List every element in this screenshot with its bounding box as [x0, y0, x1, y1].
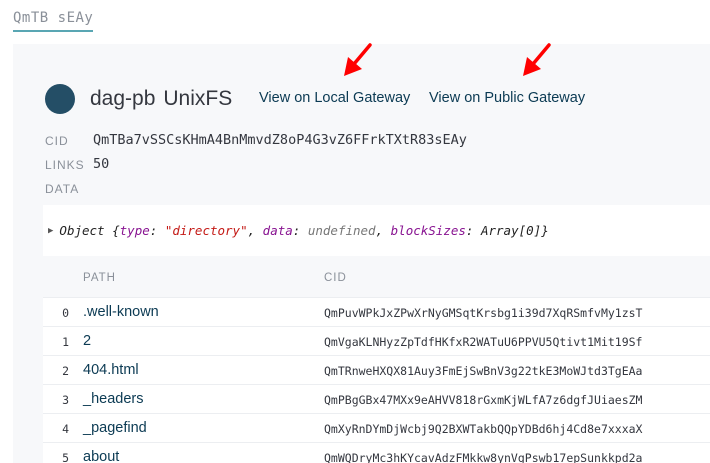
- colon: :: [292, 223, 301, 238]
- type-key: type: [119, 223, 150, 238]
- table-row[interactable]: 3 _headers QmPBgGBx47MXx9eAHVV818rGxmKjW…: [43, 384, 710, 413]
- close-brace: }: [541, 223, 549, 238]
- data-key: data: [262, 223, 293, 238]
- annotation-arrow-local: [344, 43, 372, 76]
- cid-value: QmTBa7vSSCsKHmA4BnMmvdZ8oP4G3vZ6FFrkTXtR…: [93, 132, 467, 148]
- comma: ,: [247, 223, 256, 238]
- row-path-link[interactable]: about: [83, 449, 119, 463]
- format-label: UnixFS: [163, 87, 233, 110]
- row-cid: QmTRnweHXQX81Auy3FmEjSwBnV3g22tkE3MoWJtd…: [324, 364, 643, 378]
- row-index: 2: [62, 364, 69, 378]
- table-header: PATH CID: [43, 256, 710, 297]
- blocksizes-value: Array[0]: [480, 223, 542, 238]
- table-row[interactable]: 1 2 QmVgaKLNHyzZpTdfHKfxR2WATuU6PPVU5Qti…: [43, 326, 710, 355]
- node-type-dot: [45, 84, 75, 114]
- comma: ,: [375, 223, 384, 238]
- data-value: undefined: [307, 223, 376, 238]
- annotation-arrow-public: [523, 43, 551, 76]
- path-column-header: PATH: [83, 272, 116, 284]
- row-path-link[interactable]: 2: [83, 333, 91, 349]
- expand-triangle-icon[interactable]: ▶: [48, 226, 53, 236]
- table-row[interactable]: 2 404.html QmTRnweHXQX81Auy3FmEjSwBnV3g2…: [43, 355, 710, 384]
- row-cid: QmPuvWPkJxZPwXrNyGMSqtKrsbg1i39d7XqRSmfv…: [324, 306, 643, 320]
- row-cid: QmVgaKLNHyzZpTdfHKfxR2WATuU6PPVU5Qtivt1M…: [324, 335, 643, 349]
- row-path-link[interactable]: _headers: [83, 391, 143, 407]
- data-label: DATA: [45, 182, 80, 196]
- colon: :: [149, 223, 158, 238]
- row-path-link[interactable]: _pagefind: [83, 420, 147, 436]
- object-inspector[interactable]: ▶ Object {type: "directory", data: undef…: [43, 205, 710, 256]
- table-row[interactable]: 4 _pagefind QmXyRnDYmDjWcbj9Q2BXWTakbQQp…: [43, 413, 710, 442]
- links-value: 50: [93, 156, 110, 172]
- open-brace: {: [112, 223, 120, 238]
- row-cid: QmWQDryMc3hKYcavAdzFMkkw8ynVgPswb17epSun…: [324, 451, 643, 463]
- row-path-link[interactable]: .well-known: [83, 304, 159, 320]
- node-header: dag-pb UnixFS: [45, 84, 232, 114]
- row-index: 1: [62, 335, 69, 349]
- row-index: 4: [62, 422, 69, 436]
- row-cid: QmXyRnDYmDjWcbj9Q2BXWTakbQQpYDBd6hj4Cd8e…: [324, 422, 643, 436]
- codec-label: dag-pb: [90, 87, 156, 110]
- table-row[interactable]: 5 about QmWQDryMc3hKYcavAdzFMkkw8ynVgPsw…: [43, 442, 710, 463]
- view-public-gateway-link[interactable]: View on Public Gateway: [429, 90, 585, 106]
- links-table: PATH CID 0 .well-known QmPuvWPkJxZPwXrNy…: [43, 256, 710, 463]
- row-index: 3: [62, 393, 69, 407]
- breadcrumb[interactable]: QmTB sEAy: [13, 10, 94, 32]
- view-local-gateway-link[interactable]: View on Local Gateway: [259, 90, 410, 106]
- node-panel: dag-pb UnixFS View on Local Gateway View…: [13, 43, 710, 463]
- blocksizes-key: blockSizes: [390, 223, 466, 238]
- row-cid: QmPBgGBx47MXx9eAHVV818rGxmKjWLfA7z6dgfJU…: [324, 393, 643, 407]
- row-index: 0: [62, 306, 69, 320]
- object-label: Object: [59, 223, 105, 238]
- type-value: "directory": [164, 223, 248, 238]
- row-index: 5: [62, 451, 69, 463]
- table-row[interactable]: 0 .well-known QmPuvWPkJxZPwXrNyGMSqtKrsb…: [43, 297, 710, 326]
- cid-label: CID: [45, 134, 69, 148]
- links-label: LINKS: [45, 158, 85, 172]
- row-path-link[interactable]: 404.html: [83, 362, 139, 378]
- colon: :: [465, 223, 474, 238]
- cid-column-header: CID: [324, 272, 347, 284]
